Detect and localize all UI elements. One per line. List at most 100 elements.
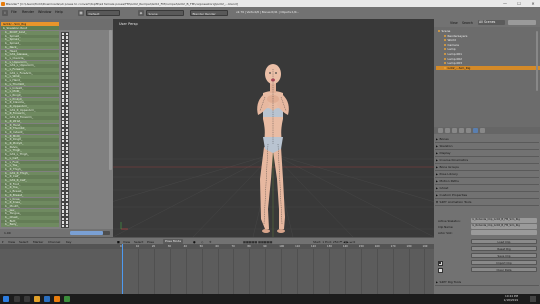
- 3d-viewport[interactable]: [113, 19, 434, 237]
- clear-data-button[interactable]: Clear Data: [471, 267, 537, 272]
- timeline-tick-label: 150: [358, 244, 364, 248]
- blender-taskbar-icon[interactable]: [54, 296, 60, 302]
- outliner-menu-search[interactable]: Search: [462, 21, 473, 25]
- outliner-row[interactable]: Lamp.002: [436, 57, 540, 61]
- influence-slider-fill: [70, 231, 103, 235]
- layout-icon: ▦: [78, 10, 84, 16]
- armature-tab-icon[interactable]: [473, 128, 478, 133]
- world-tab-icon[interactable]: [452, 128, 457, 133]
- outliner-panel: View Search All Scenes Scene RenderLayers…: [434, 19, 540, 127]
- search-icon[interactable]: [14, 296, 20, 302]
- outliner-row[interactable]: World: [436, 38, 540, 42]
- reset-rig-button[interactable]: Reset Rig: [471, 246, 537, 251]
- influence-slider[interactable]: [70, 231, 110, 235]
- section-label: Skeleton: [439, 144, 453, 148]
- properties-section[interactable]: ▶ Bone Groups: [435, 164, 539, 171]
- task-view-icon[interactable]: [24, 296, 30, 302]
- outliner-row[interactable]: Lamp.003: [436, 61, 540, 65]
- object-icon: [444, 53, 446, 55]
- bone-row[interactable]: b__Belly_: [1, 223, 59, 227]
- active-skeleton-field[interactable]: b_Rotunda_Clip_Gr02_B_FM_Sim_Rig: [471, 218, 537, 223]
- outliner-row[interactable]: Lamp.001: [436, 52, 540, 56]
- floor-grid: [113, 153, 434, 237]
- properties-section[interactable]: ▶ Inverse Kinematics: [435, 157, 539, 164]
- edge-icon[interactable]: [44, 296, 50, 302]
- option-checkbox-1[interactable]: [438, 261, 443, 266]
- properties-section[interactable]: ▼ S4PY Animation Tools: [435, 199, 539, 206]
- timeline-tick-label: 90: [263, 244, 267, 248]
- load-clip-button[interactable]: Load Clip: [471, 239, 537, 244]
- render-tab-icon[interactable]: [438, 128, 443, 133]
- layout-selector[interactable]: Default: [86, 10, 120, 16]
- app-icon[interactable]: [64, 296, 70, 302]
- system-clock[interactable]: 10:24 PM 1/18/2019: [503, 294, 518, 302]
- bone-list-scrollbar[interactable]: [109, 30, 112, 170]
- clip-name-field[interactable]: b_Rotunda_Clip_Gr02_B_FM_Sim_Rig: [471, 224, 537, 229]
- outliner-row-label: RenderLayers: [447, 33, 468, 38]
- outliner-search-input[interactable]: [508, 20, 536, 25]
- current-frame-indicator[interactable]: [122, 244, 123, 294]
- maximize-button[interactable]: ☐: [512, 0, 526, 7]
- save-clip-button[interactable]: Save Clip: [471, 253, 537, 258]
- properties-section[interactable]: ▶ Pose Library: [435, 171, 539, 178]
- outliner-row[interactable]: Lamp: [436, 47, 540, 51]
- timeline-tick-label: 80: [247, 244, 251, 248]
- section-label: Bone Groups: [439, 165, 459, 169]
- minimize-button[interactable]: —: [498, 0, 512, 7]
- outliner-row-label: Lamp.003: [447, 61, 462, 66]
- outliner-row[interactable]: RenderLayers: [436, 34, 540, 38]
- file-explorer-icon[interactable]: [34, 296, 40, 302]
- actor-slot-field[interactable]: [471, 230, 537, 235]
- properties-section[interactable]: ▶ Ghost: [435, 185, 539, 192]
- editor-type-icon[interactable]: i: [2, 10, 8, 16]
- skeleton-root-row[interactable]: b_Skeleton Root: [1, 26, 59, 30]
- section-label: Motion Paths: [439, 179, 459, 183]
- scene-tab-icon[interactable]: [445, 128, 450, 133]
- outliner-menu-view[interactable]: View: [450, 21, 458, 25]
- timeline-tick-label: 180: [406, 244, 412, 248]
- outliner-display-mode[interactable]: All Scenes: [478, 20, 505, 25]
- menu-render[interactable]: Render: [22, 10, 34, 14]
- timeline-tick-label: 30: [167, 244, 172, 248]
- clock-date: 1/18/2019: [503, 297, 518, 302]
- outliner-row[interactable]: Camera: [436, 43, 540, 47]
- outliner-row[interactable]: Scene: [436, 29, 540, 33]
- properties-section[interactable]: ▶ Custom Properties: [435, 192, 539, 199]
- menu-window[interactable]: Window: [38, 10, 51, 14]
- properties-section[interactable]: ▶ Display: [435, 150, 539, 157]
- timeline-tick-label: 130: [326, 244, 332, 248]
- object-tab-icon[interactable]: [459, 128, 464, 133]
- timeline-tick-label: 60: [215, 244, 219, 248]
- timeline-tick-label: 170: [390, 244, 396, 248]
- render-engine-selector[interactable]: Blender Render: [190, 10, 228, 16]
- section-label: Ghost: [439, 186, 449, 190]
- outliner-row[interactable]: Gr02_...Sim_Rig: [436, 65, 540, 70]
- start-button-icon[interactable]: [3, 296, 9, 302]
- outliner-scrollbar[interactable]: [536, 31, 538, 91]
- scene-selector[interactable]: Scene: [146, 10, 184, 16]
- timeline-tick-label: 70: [231, 244, 235, 248]
- properties-section[interactable]: ▶ Motion Paths: [435, 178, 539, 185]
- option-checkbox-2[interactable]: [438, 268, 443, 273]
- close-button[interactable]: ✕: [526, 0, 540, 7]
- actor-slot-label: Actor Slot:: [438, 231, 453, 235]
- window-title-bar: Blender* [C:\Users\Todd\Downloads\s4 pos…: [0, 0, 540, 7]
- section-label: Bones: [439, 137, 449, 141]
- bone-tab-icon[interactable]: [480, 128, 485, 133]
- import-clip-button[interactable]: Import Clip: [471, 260, 537, 265]
- properties-section[interactable]: ▶ Skeleton: [435, 143, 539, 150]
- footer-value: 1.00: [4, 231, 11, 235]
- bone-visibility-checkbox[interactable]: [60, 223, 69, 228]
- windows-taskbar: 10:24 PM 1/18/2019: [0, 294, 540, 304]
- outliner-row-label: Lamp.002: [447, 56, 462, 61]
- notification-icon[interactable]: [530, 296, 536, 302]
- constraints-tab-icon[interactable]: [466, 128, 471, 133]
- expand-triangle-icon: ▶: [436, 281, 438, 284]
- menu-help[interactable]: Help: [55, 10, 63, 14]
- properties-tabs: [434, 127, 540, 134]
- rig-tools-section[interactable]: ▶ S4PY Rig Tools: [435, 279, 539, 286]
- menu-file[interactable]: File: [11, 10, 17, 14]
- object-icon: [444, 34, 446, 37]
- properties-section[interactable]: ▶ Bones: [435, 136, 539, 143]
- section-label: S4PY Animation Tools: [439, 200, 472, 204]
